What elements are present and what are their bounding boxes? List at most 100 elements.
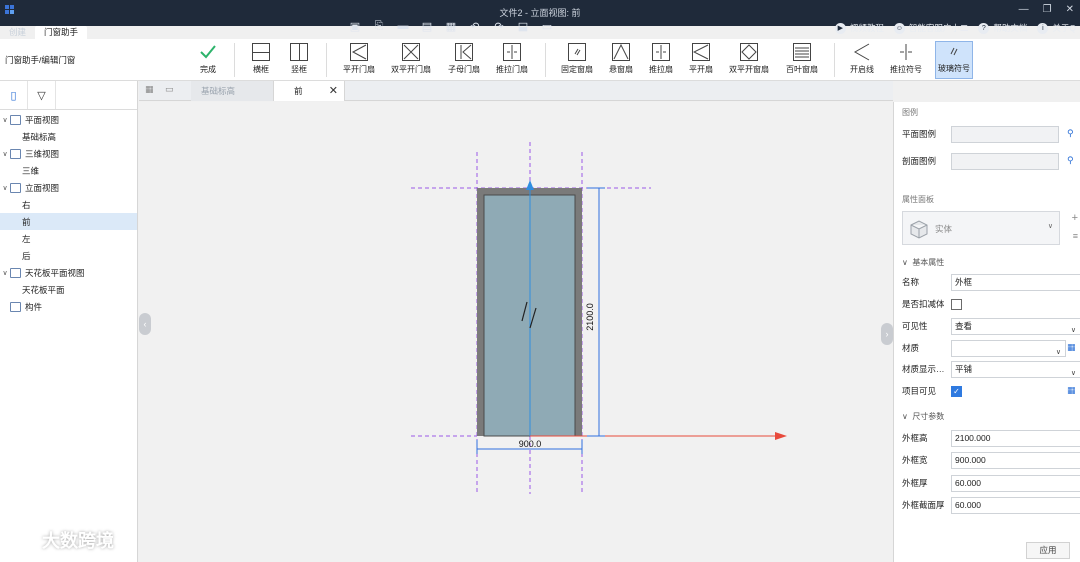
basic-properties-header[interactable]: ∨ 基本属性 (894, 255, 1080, 270)
tab-front[interactable]: 前 ✕ (273, 81, 345, 101)
link-param-icon[interactable]: ▦ (1067, 385, 1079, 397)
filter-icon[interactable]: ▽ (28, 81, 56, 109)
finish-button[interactable]: 完成 (193, 41, 223, 79)
casement-door-button[interactable]: 平开门扇 (339, 41, 379, 79)
frame-section-input[interactable]: 60.000 (951, 496, 1080, 514)
panel-toggle-icon[interactable]: ▯ (0, 81, 28, 109)
tab-window-door-helper[interactable]: 门窗助手 (35, 26, 88, 39)
chevron-down-icon[interactable]: ∨ (0, 150, 10, 158)
service-link[interactable]: ☺ 智能客服广小二 (893, 22, 968, 34)
awning-window-button[interactable]: 悬窗扇 (606, 41, 636, 79)
about-link[interactable]: i 关于Q (1037, 22, 1076, 34)
help-docs-link[interactable]: ? 帮助文档 (978, 22, 1027, 34)
frame-section-row: 外框截面厚 60.000 (894, 495, 1080, 515)
watermark-text: 大数跨境 (42, 531, 114, 551)
tab-create[interactable]: 创建 (0, 26, 35, 39)
tree-item-base-level[interactable]: 基础标高 (0, 128, 137, 145)
visibility-select[interactable]: 查看 ∨ (951, 317, 1080, 335)
tree-item-right[interactable]: 右 (0, 196, 137, 213)
close-window-icon[interactable]: ✕ (1066, 4, 1074, 15)
vertical-frame-button[interactable]: 竖框 (286, 41, 312, 79)
window-view-icon[interactable]: ▭ (165, 84, 174, 95)
redo-icon[interactable]: ↷ (489, 18, 509, 34)
new-file-icon[interactable]: ▣ (345, 18, 365, 34)
louver-window-icon (793, 43, 811, 61)
elevation-drawing[interactable]: 2100.0 900.0 (139, 102, 893, 562)
view-tree: ∨ 平面视图 基础标高 ∨ 三维视图 三维 ∨ 立面视图 右 前 左 后 ∨ 天花板平面… (0, 110, 137, 315)
grid-view-icon[interactable]: ▦ (145, 84, 154, 95)
save-icon[interactable]: ▤ (417, 18, 437, 34)
size-params-header[interactable]: ∨ 尺寸参数 (894, 409, 1080, 424)
opening-line-button[interactable]: 开启线 (846, 41, 878, 79)
frame-thickness-input[interactable]: 60.000 (951, 474, 1080, 492)
search-icon[interactable]: ⚲ (1067, 155, 1079, 167)
tree-item-back[interactable]: 后 (0, 247, 137, 264)
casement-sash-icon (692, 43, 710, 61)
glass-symbol-button[interactable]: 玻璃符号 (935, 41, 973, 79)
add-icon[interactable]: + (1072, 212, 1078, 224)
chevron-down-icon[interactable]: ∨ (0, 116, 10, 124)
louver-window-button[interactable]: 百叶窗扇 (782, 41, 822, 79)
frame-width-input[interactable]: 900.000 (951, 451, 1080, 469)
tab-base-level[interactable]: 基础标高 (191, 81, 273, 101)
tree-item-components[interactable]: 构件 (0, 298, 137, 315)
restore-icon[interactable]: ❐ (1043, 4, 1052, 15)
material-browse-icon[interactable]: ▦ (1067, 342, 1079, 354)
type-settings-icon[interactable]: ≡ (1073, 231, 1078, 241)
section-legend-field[interactable] (951, 152, 1059, 170)
tree-item-plan-views[interactable]: ∨ 平面视图 (0, 111, 137, 128)
document-tabs: ▦ ▭ 基础标高 前 ✕ (139, 81, 893, 101)
cube-icon (10, 148, 21, 159)
tree-item-ceiling-plan[interactable]: 天花板平面 (0, 281, 137, 298)
deduct-checkbox[interactable] (951, 298, 962, 310)
plan-legend-field[interactable] (951, 125, 1059, 143)
browser-toolbar: ▯ ▽ (0, 81, 137, 110)
width-dimension-text[interactable]: 900.0 (519, 439, 542, 449)
sliding-door-button[interactable]: 推拉门扇 (492, 41, 532, 79)
frame-height-input[interactable]: 2100.000 (951, 429, 1080, 447)
video-tutorial-link[interactable]: ▶ 视频教程 (834, 22, 884, 34)
close-icon[interactable]: ✕ (329, 81, 338, 101)
tree-item-3d[interactable]: 三维 (0, 162, 137, 179)
apply-button[interactable]: 应用 (1026, 542, 1070, 559)
material-display-select[interactable]: 平铺 ∨ (951, 360, 1080, 378)
drawing-canvas[interactable]: 2100.0 900.0 ‹ › (139, 102, 893, 562)
tree-item-3d-views[interactable]: ∨ 三维视图 (0, 145, 137, 162)
fixed-window-button[interactable]: 固定窗扇 (556, 41, 598, 79)
copy-icon[interactable]: ⎘ (369, 18, 389, 34)
tree-item-elevation-views[interactable]: ∨ 立面视图 (0, 179, 137, 196)
screen-icon[interactable]: ▭ (537, 18, 557, 34)
right-collapse-handle[interactable]: › (881, 323, 893, 345)
visibility-row: 可见性 查看 ∨ (894, 316, 1080, 336)
double-casement-window-button[interactable]: 双平开窗扇 (726, 41, 772, 79)
ribbon-separator (834, 43, 835, 77)
name-input[interactable]: 外框 (951, 273, 1080, 291)
basic-properties-title: 基本属性 (912, 258, 945, 267)
plan-legend-label: 平面图例 (902, 129, 937, 139)
left-collapse-handle[interactable]: ‹ (139, 313, 151, 335)
minimize-icon[interactable]: — (1019, 4, 1029, 15)
section-legend-label: 剖面图例 (902, 156, 937, 166)
item-visible-checkbox[interactable]: ✓ (951, 385, 962, 397)
export-icon[interactable]: ⬓ (513, 18, 533, 34)
height-dimension-text[interactable]: 2100.0 (585, 303, 595, 331)
material-select[interactable]: ∨ (951, 339, 1066, 357)
casement-sash-button[interactable]: 平开扇 (686, 41, 716, 79)
sliding-sash-button[interactable]: 推拉扇 (646, 41, 676, 79)
section-legend-row: 剖面图例 ⚲ (894, 151, 1080, 171)
save-as-icon[interactable]: ▦ (441, 18, 461, 34)
horizontal-frame-button[interactable]: 横框 (248, 41, 274, 79)
open-folder-icon[interactable]: ▬ (393, 18, 413, 34)
info-icon: i (1037, 22, 1049, 34)
chevron-down-icon[interactable]: ∨ (0, 269, 10, 277)
chevron-down-icon[interactable]: ∨ (0, 184, 10, 192)
undo-icon[interactable]: ↶ (465, 18, 485, 34)
search-icon[interactable]: ⚲ (1067, 128, 1079, 140)
tree-item-ceiling-views[interactable]: ∨ 天花板平面视图 (0, 264, 137, 281)
tree-item-front[interactable]: 前 (0, 213, 137, 230)
mother-son-door-button[interactable]: 子母门扇 (444, 41, 484, 79)
sliding-symbol-button[interactable]: 推拉符号 (886, 41, 926, 79)
double-casement-door-button[interactable]: 双平开门扇 (388, 41, 434, 79)
tree-item-left[interactable]: 左 (0, 230, 137, 247)
type-selector[interactable]: 实体 ∨ (902, 211, 1060, 245)
